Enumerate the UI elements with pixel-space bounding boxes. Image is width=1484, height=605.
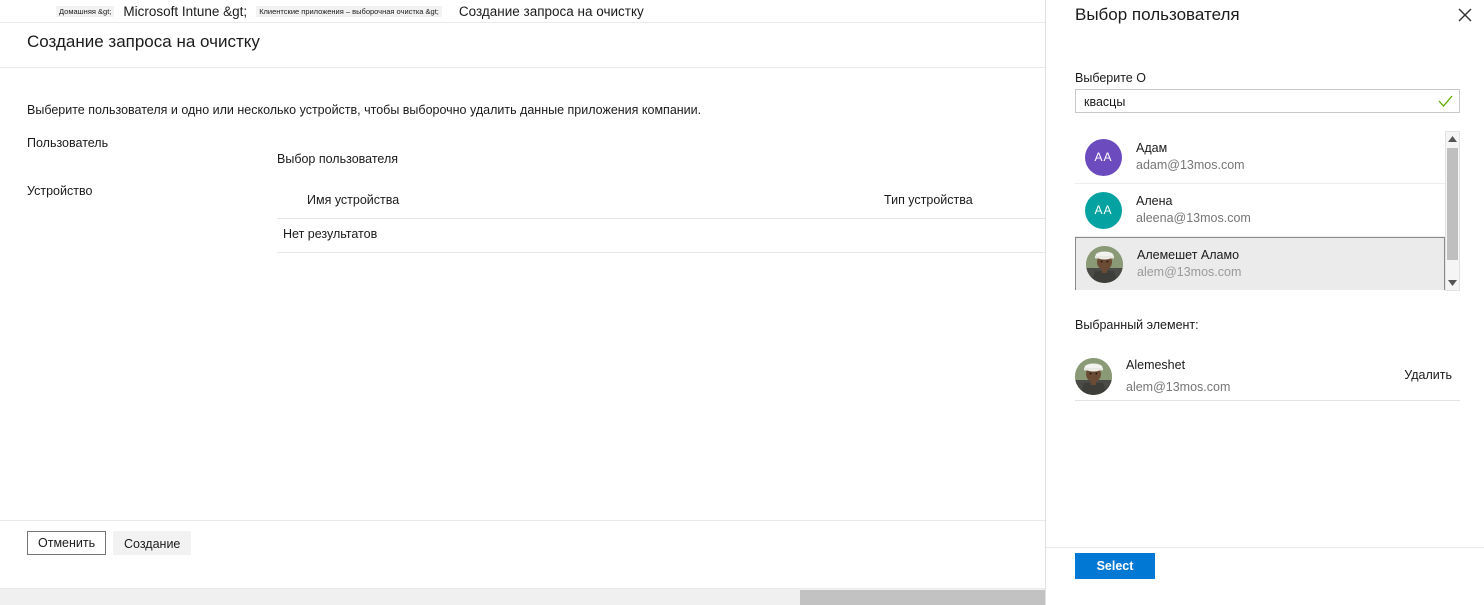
page-title: Создание запроса на очистку bbox=[27, 32, 260, 51]
user-results-list[interactable]: AA Адам adam@13mos.com AA Алена aleena@13mos.… bbox=[1075, 131, 1460, 291]
select-button[interactable]: Select bbox=[1075, 553, 1155, 579]
list-item-email: alem@13mos.com bbox=[1137, 265, 1242, 279]
breadcrumb-item-client-apps[interactable]: Клиентские приложения – выборочная очист… bbox=[256, 5, 442, 17]
column-header-device-type[interactable]: Тип устройства bbox=[884, 193, 973, 207]
selected-item-label: Выбранный элемент: bbox=[1075, 318, 1199, 332]
remove-selected-link[interactable]: Удалить bbox=[1404, 368, 1452, 382]
avatar: AA bbox=[1085, 191, 1122, 229]
list-item-text: Алемешет Аламо alem@13mos.com bbox=[1137, 247, 1241, 281]
list-item-email: adam@13mos.com bbox=[1136, 158, 1245, 172]
panel-footer: Select bbox=[1046, 547, 1484, 605]
search-field-box[interactable] bbox=[1075, 89, 1460, 114]
panel-title: Выбор пользователя bbox=[1075, 5, 1240, 24]
search-field-label: Выберите О bbox=[1075, 71, 1146, 85]
list-item[interactable]: AA Алена aleena@13mos.com bbox=[1075, 184, 1445, 237]
avatar: AA bbox=[1085, 138, 1122, 176]
user-field-label: Пользователь bbox=[27, 136, 109, 150]
horizontal-scrollbar[interactable] bbox=[0, 588, 1045, 605]
selected-item-row: Alemeshet alem@13mos.com Удалить bbox=[1075, 352, 1460, 401]
list-item-text: Адам adam@13mos.com bbox=[1136, 140, 1245, 174]
checkmark-icon bbox=[1438, 94, 1453, 109]
scroll-down-arrow-icon[interactable] bbox=[1446, 276, 1459, 290]
device-table: Имя устройства Тип устройства Нет резуль… bbox=[277, 190, 1045, 253]
avatar bbox=[1086, 245, 1123, 283]
device-table-header: Имя устройства Тип устройства bbox=[277, 190, 1045, 219]
list-item-email: aleena@13mos.com bbox=[1136, 211, 1251, 225]
create-button[interactable]: Создание bbox=[113, 531, 192, 555]
no-results-text: Нет результатов bbox=[283, 227, 378, 241]
list-item-name: Адам bbox=[1136, 141, 1168, 156]
list-item-text: Алена aleena@13mos.com bbox=[1136, 193, 1251, 227]
avatar bbox=[1075, 357, 1112, 395]
column-header-device-name[interactable]: Имя устройства bbox=[307, 193, 399, 207]
breadcrumb: Домашняя &gt; Microsoft Intune &gt; Клие… bbox=[0, 0, 1045, 23]
breadcrumb-item-intune[interactable]: Microsoft Intune &gt; bbox=[120, 2, 251, 20]
search-input[interactable] bbox=[1082, 90, 1431, 114]
list-item[interactable]: Алемешет Аламо alem@13mos.com bbox=[1075, 237, 1445, 290]
selected-item-email: alem@13mos.com bbox=[1126, 380, 1231, 394]
results-vertical-scrollbar[interactable] bbox=[1445, 131, 1460, 291]
close-icon[interactable] bbox=[1454, 4, 1476, 26]
blade-action-bar: Отменить Создание bbox=[0, 520, 1045, 565]
device-field-label: Устройство bbox=[27, 184, 93, 198]
select-user-panel: Выбор пользователя Выберите О Select bbox=[1046, 0, 1484, 605]
selected-item-text: Alemeshet alem@13mos.com bbox=[1126, 354, 1230, 397]
selected-item-name: Alemeshet bbox=[1126, 358, 1186, 373]
scroll-up-arrow-icon[interactable] bbox=[1446, 132, 1459, 146]
list-item-name: Алемешет Аламо bbox=[1137, 248, 1240, 263]
table-row: Нет результатов bbox=[277, 219, 1045, 253]
list-item-name: Алена bbox=[1136, 194, 1173, 209]
results-scrollbar-thumb[interactable] bbox=[1447, 148, 1458, 260]
blade-title-row: Создание запроса на очистку bbox=[0, 22, 1045, 68]
cancel-button[interactable]: Отменить bbox=[27, 531, 107, 555]
user-picker-value[interactable]: Выбор пользователя bbox=[277, 152, 398, 166]
breadcrumb-item-home[interactable]: Домашняя &gt; bbox=[56, 5, 115, 17]
list-item[interactable]: AA Адам adam@13mos.com bbox=[1075, 131, 1445, 184]
create-wipe-request-blade: Домашняя &gt; Microsoft Intune &gt; Клие… bbox=[0, 0, 1046, 605]
breadcrumb-item-current: Создание запроса на очистку bbox=[455, 2, 647, 20]
horizontal-scrollbar-thumb[interactable] bbox=[800, 590, 1045, 605]
blade-description: Выберите пользователя и одно или несколь… bbox=[27, 103, 702, 117]
